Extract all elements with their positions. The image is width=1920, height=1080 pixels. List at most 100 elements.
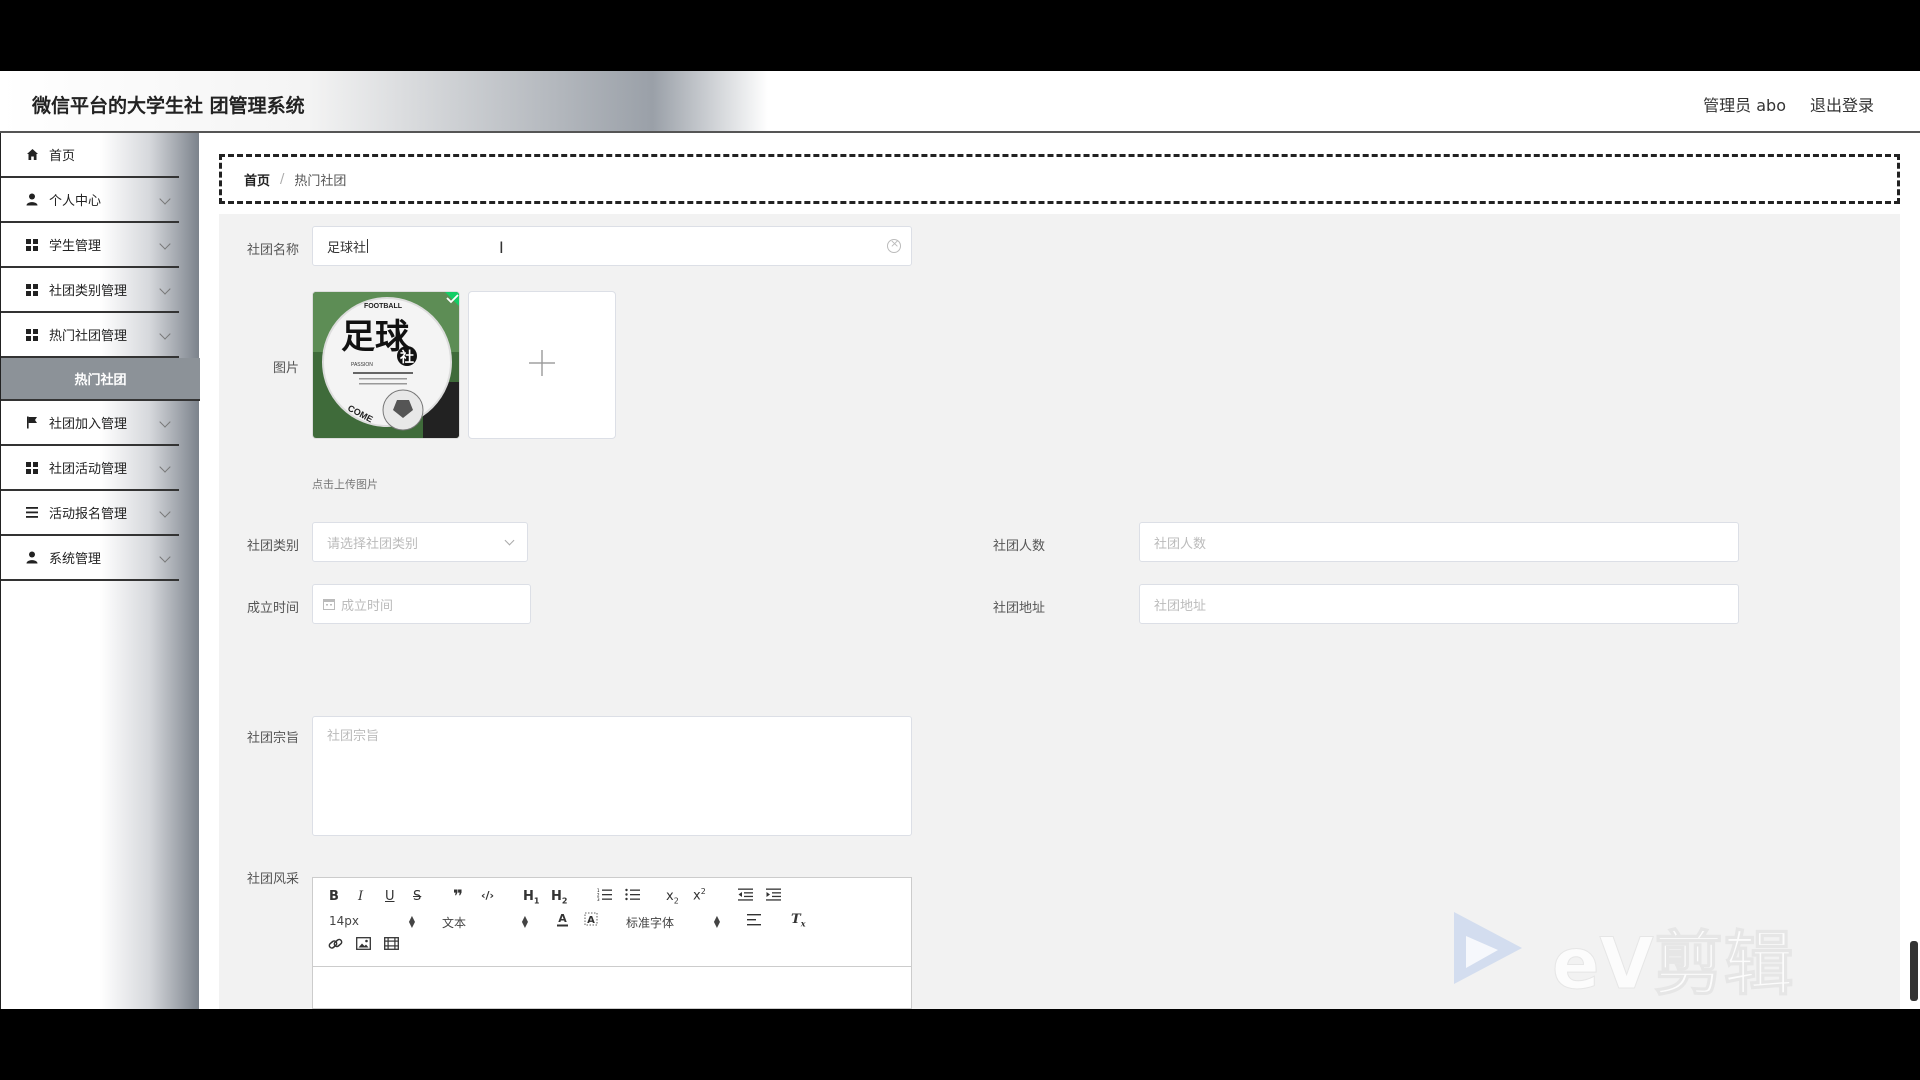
rich-text-editor: B I U S ❞ ‹/› H1 H2 123 x2 x2 14px ▲ ▼ 文… — [312, 877, 912, 1009]
sidebar-item-label: 社团类别管理 — [49, 284, 128, 299]
chevron-down-icon — [159, 416, 171, 428]
font-size-select[interactable]: 14px ▲ ▼ — [329, 914, 415, 929]
sidebar-item-label: 首页 — [49, 149, 76, 164]
admin-user-label: 管理员 abo — [1703, 96, 1786, 115]
club-style-label: 社团风采 — [246, 872, 299, 887]
club-category-label: 社团类别 — [246, 539, 299, 554]
svg-text:A: A — [558, 912, 567, 925]
font-color-icon[interactable]: A — [556, 912, 569, 931]
club-purpose-textarea[interactable]: 社团宗旨 — [312, 716, 912, 836]
app-title: 微信平台的大学生社 团管理系统 — [32, 95, 305, 117]
sidebar-item-activity-signup-management[interactable]: 活动报名管理 — [1, 491, 179, 536]
editor-content-area[interactable] — [313, 967, 911, 1009]
clear-format-icon[interactable]: Tx — [791, 912, 805, 929]
sidebar-item-club-category-management[interactable]: 社团类别管理 — [1, 268, 179, 313]
chevron-down-icon — [159, 193, 171, 205]
thumbnail-small-text: 社 — [399, 349, 414, 366]
strikethrough-icon[interactable]: S — [413, 889, 421, 904]
up-down-icon: ▲ ▼ — [713, 914, 720, 929]
background-color-icon[interactable]: A — [584, 912, 598, 931]
editor-toolbar: B I U S ❞ ‹/› H1 H2 123 x2 x2 14px ▲ ▼ 文… — [313, 878, 911, 967]
founded-time-label: 成立时间 — [246, 601, 299, 616]
outdent-icon[interactable] — [738, 888, 753, 905]
chevron-down-icon — [159, 328, 171, 340]
club-members-input[interactable]: 社团人数 — [1139, 522, 1739, 562]
sidebar: 首页 个人中心 学生管理 社团类别管理 热门社团管理 热门社团 社团加入管理 社… — [0, 133, 200, 1009]
logout-link[interactable]: 退出登录 — [1810, 92, 1874, 116]
sidebar-item-popular-club-management[interactable]: 热门社团管理 — [1, 313, 179, 358]
image-icon[interactable] — [356, 937, 371, 954]
club-name-label: 社团名称 — [246, 243, 299, 258]
sidebar-item-home[interactable]: 首页 — [1, 133, 179, 178]
thumbnail-passion-text: PASSION — [351, 362, 373, 368]
club-address-label: 社团地址 — [992, 601, 1045, 616]
bold-icon[interactable]: B — [329, 889, 339, 904]
text-caret — [367, 239, 369, 253]
italic-icon[interactable]: I — [358, 889, 363, 904]
heading2-icon[interactable]: H2 — [551, 889, 567, 906]
club-image-thumbnail[interactable]: FOOTBALL 足球 社 PASSION COME — [312, 291, 460, 439]
club-category-placeholder: 请选择社团类别 — [327, 536, 419, 552]
align-left-icon[interactable] — [747, 914, 761, 930]
chevron-down-icon — [159, 461, 171, 473]
chevron-down-icon — [159, 238, 171, 250]
club-address-input[interactable]: 社团地址 — [1139, 584, 1739, 624]
founded-time-placeholder: 成立时间 — [341, 598, 394, 614]
breadcrumb-home[interactable]: 首页 — [244, 170, 270, 189]
grid-icon — [25, 238, 39, 252]
sidebar-subitem-popular-club[interactable]: 热门社团 — [1, 358, 200, 401]
club-purpose-label: 社团宗旨 — [246, 731, 299, 746]
sidebar-item-personal-center[interactable]: 个人中心 — [1, 178, 179, 223]
club-address-placeholder: 社团地址 — [1154, 598, 1207, 614]
club-name-input[interactable]: 足球社 I — [312, 226, 912, 266]
sidebar-subitem-label: 热门社团 — [74, 373, 127, 388]
club-category-select[interactable]: 请选择社团类别 — [312, 522, 528, 562]
grid-icon — [25, 328, 39, 342]
plus-icon — [529, 350, 555, 380]
up-down-icon: ▲ ▼ — [521, 914, 528, 929]
grid-icon — [25, 461, 39, 475]
heading1-icon[interactable]: H1 — [523, 889, 539, 906]
sidebar-item-student-management[interactable]: 学生管理 — [1, 223, 179, 268]
club-name-value: 足球社 — [327, 240, 367, 256]
flag-icon — [25, 416, 39, 430]
up-down-icon: ▲ ▼ — [408, 914, 415, 929]
watermark: eV剪辑 — [1452, 906, 1822, 1006]
blockquote-icon[interactable]: ❞ — [453, 887, 463, 907]
top-header: 微信平台的大学生社 团管理系统 管理员 abo 退出登录 — [0, 71, 1920, 133]
font-size-value: 14px — [329, 914, 359, 928]
svg-text:A: A — [587, 915, 595, 926]
superscript-icon[interactable]: x2 — [693, 887, 706, 903]
sidebar-item-label: 系统管理 — [49, 552, 102, 567]
sidebar-item-club-activity-management[interactable]: 社团活动管理 — [1, 446, 179, 491]
chevron-down-icon — [159, 506, 171, 518]
underline-icon[interactable]: U — [385, 889, 395, 904]
grid-icon — [25, 283, 39, 297]
sidebar-item-club-join-management[interactable]: 社团加入管理 — [1, 401, 179, 446]
clear-input-icon[interactable] — [887, 237, 901, 253]
text-style-select[interactable]: 文本 ▲ ▼ — [442, 914, 528, 931]
sidebar-item-label: 个人中心 — [49, 194, 102, 209]
home-icon — [25, 148, 39, 162]
founded-time-picker[interactable]: 成立时间 — [312, 584, 531, 624]
font-family-select[interactable]: 标准字体 ▲ ▼ — [626, 914, 720, 931]
image-label: 图片 — [272, 361, 299, 376]
scrollbar-thumb[interactable] — [1910, 941, 1918, 1001]
chevron-down-icon — [504, 535, 515, 546]
code-icon[interactable]: ‹/› — [481, 889, 494, 902]
thumbnail-top-text: FOOTBALL — [364, 303, 403, 310]
club-members-label: 社团人数 — [992, 539, 1045, 554]
indent-icon[interactable] — [766, 888, 781, 905]
video-icon[interactable] — [384, 937, 399, 954]
breadcrumb: 首页 / 热门社团 — [219, 154, 1900, 204]
sidebar-item-system-management[interactable]: 系统管理 — [1, 536, 179, 581]
image-upload-button[interactable] — [468, 291, 616, 439]
svg-text:3: 3 — [597, 897, 600, 901]
watermark-text: eV剪辑 — [1552, 923, 1795, 1006]
ordered-list-icon[interactable]: 123 — [597, 888, 612, 905]
subscript-icon[interactable]: x2 — [666, 889, 679, 906]
upload-hint: 点击上传图片 — [312, 478, 378, 491]
bullet-list-icon[interactable] — [625, 888, 640, 905]
link-icon[interactable] — [328, 937, 343, 955]
club-members-placeholder: 社团人数 — [1154, 536, 1207, 552]
